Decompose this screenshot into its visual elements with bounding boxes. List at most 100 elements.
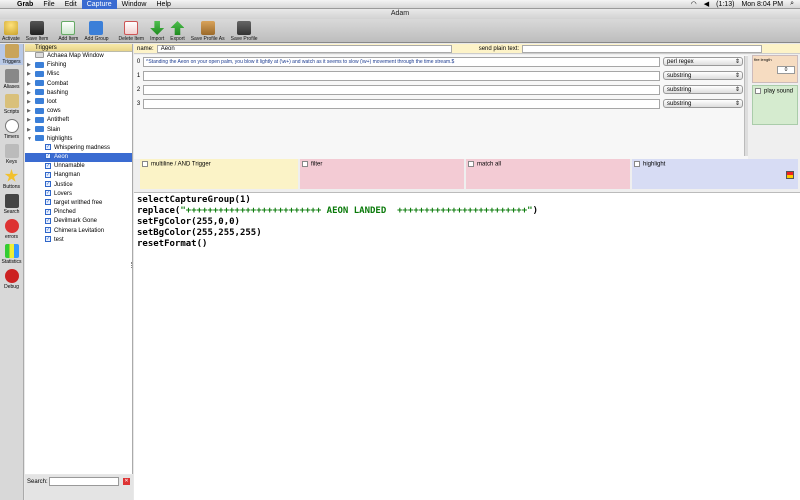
disclosure-icon[interactable]: ▼ bbox=[27, 135, 32, 144]
check-icon[interactable]: ✓ bbox=[45, 208, 51, 215]
check-icon[interactable]: ✓ bbox=[45, 190, 51, 197]
sidebar-keys[interactable]: Keys bbox=[0, 144, 23, 165]
tree-item-hangman[interactable]: ✓ Hangman bbox=[25, 171, 132, 180]
sidebar-triggers[interactable]: Triggers bbox=[0, 44, 23, 65]
disclosure-icon[interactable]: ▶ bbox=[27, 61, 31, 70]
save-profile-button[interactable]: Save Profile bbox=[231, 21, 258, 42]
pattern-type-select[interactable]: substring bbox=[663, 71, 743, 80]
fire-length-input[interactable]: 0 bbox=[777, 66, 795, 74]
check-icon[interactable]: ✓ bbox=[45, 236, 51, 243]
check-icon[interactable]: ✓ bbox=[45, 226, 51, 233]
tree-item-lovers[interactable]: ✓ Lovers bbox=[25, 190, 132, 199]
export-button[interactable]: Export bbox=[170, 21, 185, 42]
search-input[interactable] bbox=[49, 477, 120, 486]
disclosure-icon[interactable]: ▶ bbox=[27, 98, 31, 107]
wifi-icon[interactable]: ◠ bbox=[691, 0, 697, 8]
check-icon[interactable]: ✓ bbox=[45, 181, 51, 188]
tree-folder-highlights[interactable]: ▼ highlights bbox=[25, 135, 132, 144]
sidebar-scripts[interactable]: Scripts bbox=[0, 94, 23, 115]
play-sound-checkbox[interactable] bbox=[755, 88, 761, 94]
search-bar: Search: ✕ bbox=[25, 475, 133, 500]
disclosure-icon[interactable]: ▶ bbox=[27, 70, 31, 79]
check-icon[interactable]: ✓ bbox=[45, 162, 51, 169]
battery-status[interactable]: (1:13) bbox=[716, 1, 734, 8]
add-group-button[interactable]: Add Group bbox=[84, 21, 109, 42]
tree-item-pinched[interactable]: ✓ Pinched bbox=[25, 208, 132, 217]
disclosure-icon[interactable]: ▶ bbox=[27, 116, 31, 125]
disclosure-icon[interactable]: ▶ bbox=[27, 126, 31, 135]
menu-edit[interactable]: Edit bbox=[60, 0, 82, 9]
sidebar-statistics[interactable]: Statistics bbox=[0, 244, 23, 265]
tree-item-test[interactable]: ✓ test bbox=[25, 236, 132, 245]
menu-help[interactable]: Help bbox=[152, 0, 176, 9]
pattern-input[interactable] bbox=[143, 98, 660, 109]
pattern-type-select[interactable]: substring bbox=[663, 85, 743, 94]
highlight-checkbox[interactable] bbox=[634, 161, 640, 167]
activate-button[interactable]: Activate bbox=[2, 21, 20, 42]
sidebar-errors[interactable]: errors bbox=[0, 219, 23, 240]
check-icon[interactable]: ✓ bbox=[45, 217, 51, 224]
clear-search-icon[interactable]: ✕ bbox=[123, 478, 131, 485]
pattern-input[interactable]: ^Standing the Aeon on your open palm, yo… bbox=[143, 56, 660, 67]
tree-item-whispering-madness[interactable]: ✓ Whispering madness bbox=[25, 144, 132, 153]
clock[interactable]: Mon 8:04 PM bbox=[741, 1, 783, 8]
pattern-scrollbar[interactable] bbox=[744, 56, 748, 156]
tree-item-unnamable[interactable]: ✓ Unnamable bbox=[25, 162, 132, 171]
pattern-input[interactable] bbox=[143, 84, 660, 95]
menu-window[interactable]: Window bbox=[117, 0, 152, 9]
sidebar-timers[interactable]: Timers bbox=[0, 119, 23, 140]
filter-checkbox[interactable] bbox=[302, 161, 308, 167]
check-icon[interactable]: ✓ bbox=[45, 199, 51, 206]
highlight-color-swatch[interactable] bbox=[786, 171, 794, 179]
tree-item-devilmark-gone[interactable]: ✓ Devilmark Gone bbox=[25, 217, 132, 226]
tree-folder-loot[interactable]: ▶ loot bbox=[25, 98, 132, 107]
import-button[interactable]: Import bbox=[150, 21, 164, 42]
tree-item-aeon[interactable]: ✓ Aeon bbox=[25, 153, 132, 163]
save-profile-as-button[interactable]: Save Profile As bbox=[191, 21, 225, 42]
tree-folder-combat[interactable]: ▶ Combat bbox=[25, 79, 132, 89]
spotlight-icon[interactable]: ⌕ bbox=[790, 0, 794, 8]
tree-header[interactable]: Triggers bbox=[25, 44, 132, 52]
tree-folder-bashing[interactable]: ▶ bashing bbox=[25, 89, 132, 98]
add-item-button[interactable]: Add Item bbox=[58, 21, 78, 42]
sidebar-search[interactable]: Search bbox=[0, 194, 23, 215]
disclosure-icon[interactable]: ▶ bbox=[27, 107, 31, 116]
delete-item-button[interactable]: Delete Item bbox=[119, 21, 144, 42]
disclosure-icon[interactable]: ▶ bbox=[27, 80, 31, 89]
tree-item-justice[interactable]: ✓ Justice bbox=[25, 181, 132, 190]
pattern-number: 0 bbox=[136, 58, 141, 65]
menu-capture[interactable]: Capture bbox=[81, 0, 117, 9]
menu-file[interactable]: File bbox=[38, 0, 59, 9]
check-icon[interactable]: ✓ bbox=[45, 144, 51, 151]
menu-app[interactable]: Grab bbox=[12, 0, 38, 9]
aliases-icon bbox=[4, 69, 19, 83]
pattern-number: 3 bbox=[136, 100, 141, 107]
volume-icon[interactable]: ◀ bbox=[704, 0, 709, 8]
name-input[interactable]: Aeon bbox=[156, 44, 452, 53]
tree-folder-cows[interactable]: ▶ cows bbox=[25, 107, 132, 116]
pattern-type-select[interactable]: substring bbox=[663, 99, 743, 108]
folder-icon bbox=[35, 135, 44, 142]
tree-item-chimera-levitation[interactable]: ✓ Chimera Levitation bbox=[25, 226, 132, 236]
tree-item-achaea-map-window[interactable]: Achaea Map Window bbox=[25, 52, 132, 61]
tree-item-target-writhed-free[interactable]: ✓ target writhed free bbox=[25, 199, 132, 208]
pattern-input[interactable] bbox=[143, 70, 660, 81]
multiline-option: multiline / AND Trigger bbox=[140, 159, 298, 189]
tree-folder-misc[interactable]: ▶ Misc bbox=[25, 70, 132, 79]
check-icon[interactable]: ✓ bbox=[45, 171, 51, 178]
check-icon[interactable]: ✓ bbox=[45, 153, 51, 160]
send-plain-text-input[interactable] bbox=[522, 44, 763, 53]
tree-folder-antitheft[interactable]: ▶ Antitheft bbox=[25, 116, 132, 125]
sidebar-aliases[interactable]: Aliases bbox=[0, 69, 23, 90]
pattern-type-select[interactable]: perl regex bbox=[663, 57, 743, 66]
tree-folder-fishing[interactable]: ▶ Fishing bbox=[25, 61, 132, 70]
splitter-handle[interactable] bbox=[131, 262, 133, 268]
multiline-checkbox[interactable] bbox=[142, 161, 148, 167]
tree-folder-slain[interactable]: ▶ Slain bbox=[25, 125, 132, 135]
sidebar-debug[interactable]: Debug bbox=[0, 269, 23, 290]
sidebar-buttons[interactable]: Buttons bbox=[0, 169, 23, 190]
disclosure-icon[interactable]: ▶ bbox=[27, 89, 31, 98]
script-editor[interactable]: selectCaptureGroup(1) replace("+++++++++… bbox=[134, 192, 800, 500]
save-item-button[interactable]: Save Item bbox=[26, 21, 48, 42]
match-all-checkbox[interactable] bbox=[468, 161, 474, 167]
